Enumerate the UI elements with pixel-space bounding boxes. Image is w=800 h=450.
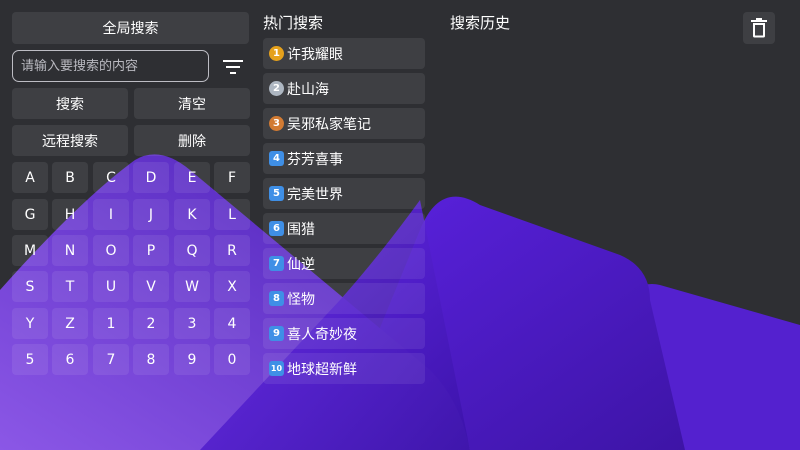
key-v[interactable]: V: [133, 271, 169, 302]
hot-search-label: 仙逆: [287, 256, 315, 273]
remote-search-button[interactable]: 远程搜索: [12, 125, 128, 156]
number-badge-icon: 8: [269, 291, 284, 306]
key-u[interactable]: U: [93, 271, 129, 302]
key-z[interactable]: Z: [52, 308, 88, 339]
hot-search-label: 芬芳喜事: [287, 151, 343, 168]
hot-search-item[interactable]: 3 吴邪私家笔记: [263, 108, 425, 139]
silver-medal-icon: 2: [269, 81, 284, 96]
global-search-title: 全局搜索: [12, 12, 249, 44]
key-b[interactable]: B: [52, 162, 88, 193]
key-n[interactable]: N: [52, 235, 88, 266]
clear-history-button[interactable]: [743, 12, 775, 44]
key-5[interactable]: 5: [12, 344, 48, 375]
key-9[interactable]: 9: [174, 344, 210, 375]
trash-icon: [751, 18, 767, 38]
search-history-title: 搜索历史: [450, 14, 511, 32]
number-badge-icon: 9: [269, 326, 284, 341]
number-badge-icon: 10: [269, 361, 284, 376]
key-j[interactable]: J: [133, 199, 169, 230]
hot-search-label: 赴山海: [287, 81, 329, 98]
number-badge-icon: 4: [269, 151, 284, 166]
hot-search-label: 怪物: [287, 291, 315, 308]
hot-search-item[interactable]: 5 完美世界: [263, 178, 425, 209]
number-badge-icon: 6: [269, 221, 284, 236]
search-button[interactable]: 搜索: [12, 88, 128, 119]
hot-search-item[interactable]: 1 许我耀眼: [263, 38, 425, 69]
key-0[interactable]: 0: [214, 344, 250, 375]
key-1[interactable]: 1: [93, 308, 129, 339]
hot-search-item[interactable]: 2 赴山海: [263, 73, 425, 104]
hot-search-label: 围猎: [287, 221, 315, 238]
delete-button[interactable]: 删除: [134, 125, 250, 156]
key-d[interactable]: D: [133, 162, 169, 193]
key-w[interactable]: W: [174, 271, 210, 302]
hot-search-item[interactable]: 10 地球超新鲜: [263, 353, 425, 384]
bronze-medal-icon: 3: [269, 116, 284, 131]
key-3[interactable]: 3: [174, 308, 210, 339]
key-e[interactable]: E: [174, 162, 210, 193]
key-f[interactable]: F: [214, 162, 250, 193]
key-s[interactable]: S: [12, 271, 48, 302]
key-t[interactable]: T: [52, 271, 88, 302]
key-k[interactable]: K: [174, 199, 210, 230]
hot-search-item[interactable]: 8 怪物: [263, 283, 425, 314]
hot-search-label: 地球超新鲜: [287, 361, 357, 378]
key-m[interactable]: M: [12, 235, 48, 266]
key-x[interactable]: X: [214, 271, 250, 302]
search-input[interactable]: [12, 50, 209, 82]
key-6[interactable]: 6: [52, 344, 88, 375]
hot-search-item[interactable]: 7 仙逆: [263, 248, 425, 279]
key-c[interactable]: C: [93, 162, 129, 193]
hot-search-item[interactable]: 6 围猎: [263, 213, 425, 244]
hot-search-item[interactable]: 9 喜人奇妙夜: [263, 318, 425, 349]
clear-button[interactable]: 清空: [134, 88, 250, 119]
hot-search-label: 吴邪私家笔记: [287, 116, 371, 133]
key-y[interactable]: Y: [12, 308, 48, 339]
key-l[interactable]: L: [214, 199, 250, 230]
hot-search-label: 喜人奇妙夜: [287, 326, 357, 343]
key-q[interactable]: Q: [174, 235, 210, 266]
number-badge-icon: 7: [269, 256, 284, 271]
key-4[interactable]: 4: [214, 308, 250, 339]
hot-search-title: 热门搜索: [263, 14, 324, 32]
gold-medal-icon: 1: [269, 46, 284, 61]
key-8[interactable]: 8: [133, 344, 169, 375]
hot-search-item[interactable]: 4 芬芳喜事: [263, 143, 425, 174]
key-r[interactable]: R: [214, 235, 250, 266]
key-i[interactable]: I: [93, 199, 129, 230]
left-panel: 全局搜索 搜索 清空 远程搜索 删除 ABCDEF GHIJKL MNOPQR STU…: [0, 0, 260, 450]
hot-search-label: 许我耀眼: [287, 46, 343, 63]
filter-icon[interactable]: [220, 55, 246, 79]
key-a[interactable]: A: [12, 162, 48, 193]
number-badge-icon: 5: [269, 186, 284, 201]
key-o[interactable]: O: [93, 235, 129, 266]
key-2[interactable]: 2: [133, 308, 169, 339]
key-g[interactable]: G: [12, 199, 48, 230]
key-p[interactable]: P: [133, 235, 169, 266]
key-7[interactable]: 7: [93, 344, 129, 375]
hot-search-label: 完美世界: [287, 186, 343, 203]
key-h[interactable]: H: [52, 199, 88, 230]
